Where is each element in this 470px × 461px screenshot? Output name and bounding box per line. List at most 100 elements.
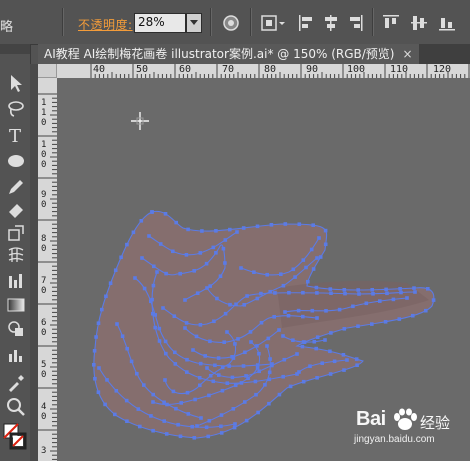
anchor-point[interactable] (92, 363, 96, 367)
anchor-point[interactable] (267, 370, 272, 375)
gradient-tool-icon[interactable] (5, 294, 27, 316)
anchor-point[interactable] (241, 226, 246, 230)
anchor-point[interactable] (315, 291, 319, 295)
anchor-point[interactable] (311, 267, 316, 271)
anchor-point[interactable] (266, 336, 271, 341)
anchor-point[interactable] (263, 383, 267, 387)
anchor-point[interactable] (125, 419, 129, 423)
anchor-point[interactable] (342, 368, 346, 372)
anchor-point[interactable] (208, 339, 212, 344)
anchor-point[interactable] (332, 359, 337, 364)
anchor-point[interactable] (239, 381, 244, 385)
anchor-point[interactable] (157, 326, 162, 331)
anchor-point[interactable] (241, 364, 246, 368)
shape-builder-tool-icon[interactable] (5, 318, 27, 340)
anchor-point[interactable] (239, 266, 243, 270)
anchor-point[interactable] (151, 400, 155, 404)
anchor-point[interactable] (119, 255, 123, 260)
anchor-point[interactable] (124, 398, 129, 403)
anchor-point[interactable] (255, 224, 260, 229)
anchor-point[interactable] (323, 242, 328, 247)
anchor-point[interactable] (270, 363, 274, 368)
anchor-point[interactable] (186, 412, 191, 416)
anchor-point[interactable] (356, 288, 360, 292)
anchor-point[interactable] (163, 212, 168, 216)
anchor-point[interactable] (184, 253, 189, 257)
anchor-point[interactable] (317, 236, 321, 240)
anchor-point[interactable] (242, 303, 246, 307)
anchor-point[interactable] (318, 255, 323, 259)
anchor-point[interactable] (279, 272, 283, 276)
anchor-point[interactable] (228, 302, 232, 307)
anchor-point[interactable] (105, 378, 109, 382)
anchor-point[interactable] (324, 309, 328, 313)
anchor-point[interactable] (198, 383, 202, 388)
anchor-point[interactable] (173, 350, 177, 355)
anchor-point[interactable] (356, 324, 360, 328)
anchor-point[interactable] (255, 344, 259, 348)
anchor-point[interactable] (257, 369, 261, 374)
anchor-point[interactable] (236, 337, 240, 341)
anchor-point[interactable] (96, 321, 101, 325)
anchor-point[interactable] (269, 223, 274, 227)
anchor-point[interactable] (243, 350, 247, 355)
anchor-point[interactable] (200, 229, 204, 233)
anchor-point[interactable] (281, 374, 285, 379)
anchor-point[interactable] (198, 251, 203, 255)
anchor-point[interactable] (314, 285, 319, 290)
type-tool-icon[interactable]: T (5, 124, 27, 146)
anchor-point[interactable] (206, 434, 210, 439)
align-right-icon[interactable] (344, 12, 366, 34)
anchor-point[interactable] (282, 357, 287, 362)
anchor-point[interactable] (223, 311, 228, 316)
eraser-tool-icon[interactable] (5, 198, 27, 220)
anchor-point[interactable] (232, 425, 237, 430)
anchor-point[interactable] (151, 428, 155, 433)
anchor-point[interactable] (163, 378, 167, 382)
fill-stroke-swatch-icon[interactable] (2, 422, 28, 452)
anchor-point[interactable] (204, 261, 209, 266)
anchor-point[interactable] (291, 338, 295, 342)
anchor-point[interactable] (151, 311, 155, 316)
anchor-point[interactable] (136, 407, 141, 411)
anchor-point[interactable] (214, 251, 218, 255)
anchor-point[interactable] (291, 267, 296, 272)
anchor-point[interactable] (308, 364, 312, 368)
anchor-point[interactable] (281, 283, 286, 288)
anchor-point[interactable] (231, 407, 236, 411)
anchor-point[interactable] (355, 363, 359, 367)
anchor-point[interactable] (174, 220, 178, 225)
anchor-point[interactable] (185, 357, 189, 362)
anchor-point[interactable] (315, 335, 320, 339)
align-bottom-icon[interactable] (436, 12, 458, 34)
anchor-point[interactable] (215, 296, 219, 301)
anchor-point[interactable] (213, 363, 217, 368)
anchor-point[interactable] (391, 297, 396, 302)
anchor-point[interactable] (211, 379, 216, 384)
anchor-point[interactable] (178, 271, 182, 276)
anchor-point[interactable] (329, 331, 333, 335)
anchor-point[interactable] (254, 392, 258, 397)
anchor-point[interactable] (218, 274, 223, 278)
anchor-point[interactable] (288, 384, 293, 389)
anchor-point[interactable] (113, 268, 118, 272)
anchor-point[interactable] (207, 419, 212, 423)
anchor-point[interactable] (151, 283, 156, 288)
anchor-point[interactable] (323, 338, 327, 342)
anchor-point[interactable] (125, 346, 129, 351)
vertical-ruler[interactable]: 1 1 0 1 0 0 9 0 8 0 7 0 6 0 5 0 4 0 3 (38, 78, 58, 461)
anchor-point[interactable] (186, 227, 190, 232)
zoom-tool-icon[interactable] (5, 396, 27, 418)
anchor-point[interactable] (411, 313, 415, 318)
anchor-point[interactable] (93, 376, 97, 381)
anchor-point[interactable] (399, 290, 403, 295)
anchor-point[interactable] (192, 269, 196, 273)
anchor-point[interactable] (207, 393, 211, 398)
anchor-point[interactable] (384, 287, 388, 292)
anchor-point[interactable] (179, 401, 183, 405)
anchor-point[interactable] (337, 307, 342, 312)
tools-panel-grip[interactable] (0, 44, 30, 54)
anchor-point[interactable] (131, 230, 136, 235)
anchor-point[interactable] (283, 310, 287, 314)
anchor-point[interactable] (97, 366, 101, 370)
